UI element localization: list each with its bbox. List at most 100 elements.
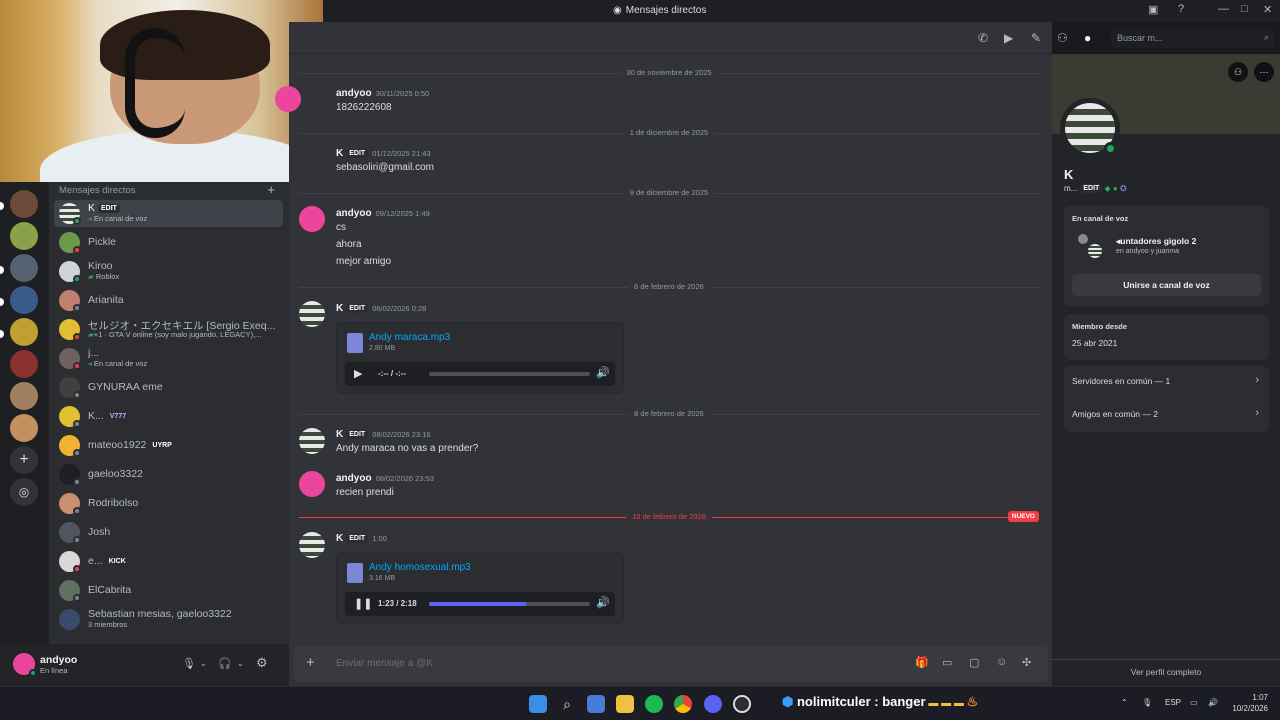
chevron-right-icon[interactable]: ›	[1255, 374, 1259, 386]
volume-icon[interactable]: 🔊	[596, 366, 610, 379]
chrome-icon[interactable]	[674, 695, 692, 713]
microphone-icon[interactable]: 🎙	[1142, 698, 1152, 707]
dm-item[interactable]: セルジオ・エクセキエル [Sergio Exeq... ▰+1 · GTA V …	[54, 316, 283, 343]
microphone-icon[interactable]: 🎙	[182, 657, 196, 670]
dm-item[interactable]: Arianita	[54, 287, 283, 314]
avatar	[299, 301, 325, 327]
audio-player: ❚❚ 1:23 / 2:18 🔊	[345, 592, 615, 616]
pin-icon[interactable]: ✎	[1031, 31, 1041, 45]
dm-item[interactable]: GYNURAA eme	[54, 374, 283, 401]
server-icon[interactable]	[10, 414, 38, 442]
attachment-link[interactable]: Andy homosexual.mp3	[369, 562, 471, 573]
server-icon[interactable]	[10, 286, 38, 314]
dm-item[interactable]: j... ◂ En canal de voz	[54, 345, 283, 372]
dm-item[interactable]: Kiroo ▰ Roblox	[54, 258, 283, 285]
search-input[interactable]: Buscar m... ⌕	[1111, 28, 1275, 48]
dm-item[interactable]: Josh	[54, 519, 283, 546]
dm-item[interactable]: K EDIT ◂ En canal de voz	[54, 200, 283, 227]
maximize-button[interactable]: □	[1241, 3, 1248, 15]
folder-icon[interactable]	[616, 695, 634, 713]
new-dm-icon[interactable]: +	[267, 182, 275, 197]
mutual-servers[interactable]: Servidores en común — 1	[1072, 376, 1170, 386]
close-button[interactable]: ✕	[1263, 3, 1272, 16]
headphones-icon[interactable]: 🎧	[218, 657, 232, 670]
message-author: K EDIT 08/02/2026 23:16	[336, 429, 431, 440]
app-icon[interactable]	[733, 695, 751, 713]
sticker-icon[interactable]: ▢	[969, 656, 979, 669]
gif-icon[interactable]: ▭	[942, 656, 952, 669]
dm-item[interactable]: gaeloo3322	[54, 461, 283, 488]
date-divider: 30 de noviembre de 2025	[299, 68, 1039, 78]
user-profile-icon[interactable]: ●	[1084, 31, 1091, 45]
search-icon[interactable]: ⌕	[558, 695, 576, 713]
mutuals-card: Servidores en común — 1 › Amigos en comú…	[1064, 366, 1269, 432]
gift-icon[interactable]: 🎁	[915, 656, 929, 669]
volume-icon[interactable]: 🔊	[1208, 698, 1218, 707]
minimize-button[interactable]: —	[1218, 3, 1229, 15]
message-composer[interactable]: + Enviar mensaje a @K 🎁 ▭ ▢ ☺ ✣	[294, 646, 1048, 682]
dm-item[interactable]: e... KICK	[54, 548, 283, 575]
gamepad-icon: ▰	[88, 272, 94, 281]
message-input[interactable]: Enviar mensaje a @K	[336, 658, 433, 669]
spotify-icon[interactable]	[645, 695, 663, 713]
taskbar: ⌕ ⬢ nolimitculer : banger ▬ ▬ ▬ ♨ ⌃ 🎙 ES…	[0, 686, 1280, 720]
system-clock[interactable]: 1:07 10/2/2026	[1232, 692, 1268, 714]
video-icon[interactable]: ▶	[1004, 31, 1013, 45]
dm-item[interactable]: Rodribolso	[54, 490, 283, 517]
apps-icon[interactable]: ✣	[1022, 656, 1031, 669]
dm-item[interactable]: mateoo1922 UYRP	[54, 432, 283, 459]
add-friend-icon[interactable]: ⚇	[1228, 62, 1248, 82]
dm-name: Pickle	[88, 236, 117, 248]
add-friend-icon[interactable]: ⚇	[1057, 31, 1068, 45]
voice-channel-card: En canal de voz ◂untadores gigolo 2 en a…	[1064, 206, 1269, 306]
more-icon[interactable]: ⋯	[1254, 62, 1274, 82]
add-server-icon[interactable]: +	[10, 446, 38, 474]
server-icon[interactable]	[10, 222, 38, 250]
discover-icon[interactable]: ◎	[10, 478, 38, 506]
server-icon[interactable]	[10, 382, 38, 410]
mutual-friends[interactable]: Amigos en común — 2	[1072, 409, 1158, 419]
phone-icon[interactable]: ✆	[978, 31, 988, 45]
play-icon[interactable]: ▶	[354, 367, 362, 380]
message-author: K EDIT 1:00	[336, 533, 387, 544]
server-icon[interactable]	[10, 254, 38, 282]
speaker-icon: ◂	[88, 359, 92, 368]
dm-status: ▰+1 · GTA V online (soy malo jugando, LE…	[88, 330, 262, 339]
volume-icon[interactable]: 🔊	[596, 596, 610, 609]
dm-item[interactable]: Sebastian mesias, gaeloo3322 3 miembros	[54, 606, 283, 633]
add-attachment-icon[interactable]: +	[306, 654, 315, 671]
dm-item[interactable]: ElCabrita	[54, 577, 283, 604]
card-title: En canal de voz	[1072, 214, 1129, 223]
chevron-down-icon[interactable]: ⌄	[200, 659, 207, 668]
fire-icon: ♨	[966, 694, 979, 709]
join-voice-button[interactable]: Unirse a canal de voz	[1072, 274, 1261, 296]
view-full-profile-link[interactable]: Ver perfil completo	[1052, 667, 1280, 677]
dm-name: Rodribolso	[88, 497, 139, 509]
start-icon[interactable]	[529, 695, 547, 713]
gear-icon[interactable]: ⚙	[256, 655, 268, 671]
attachment-link[interactable]: Andy maraca.mp3	[369, 332, 450, 343]
avatar	[299, 206, 325, 232]
audio-progress[interactable]	[429, 372, 590, 376]
pause-icon[interactable]: ❚❚	[354, 597, 372, 610]
emoji-icon[interactable]: ☺	[996, 656, 1007, 668]
language-indicator[interactable]: ESP	[1165, 698, 1181, 707]
inbox-icon[interactable]: ▣	[1148, 3, 1158, 16]
server-icon[interactable]	[10, 190, 38, 218]
audio-progress[interactable]	[429, 602, 590, 606]
dm-item[interactable]: K... V777	[54, 403, 283, 430]
new-badge: NUEVO	[1007, 511, 1039, 522]
discord-icon[interactable]	[704, 695, 722, 713]
server-icon[interactable]	[10, 318, 38, 346]
dm-item[interactable]: Pickle	[54, 229, 283, 256]
network-icon[interactable]: ▭	[1190, 698, 1198, 707]
voice-channel-members: en andyoo y juanma	[1116, 248, 1180, 255]
server-icon[interactable]	[10, 350, 38, 378]
chat-area: ✆ ▶ ✎ ⚇ ● Buscar m... ⌕ 30 de noviembre d…	[275, 22, 1275, 686]
attachment-size: 3.16 MB	[369, 575, 396, 582]
chevron-down-icon[interactable]: ⌄	[237, 659, 244, 668]
store-icon[interactable]	[587, 695, 605, 713]
chevron-right-icon[interactable]: ›	[1255, 407, 1259, 419]
chevron-up-icon[interactable]: ⌃	[1121, 698, 1128, 707]
help-icon[interactable]: ?	[1178, 3, 1184, 15]
